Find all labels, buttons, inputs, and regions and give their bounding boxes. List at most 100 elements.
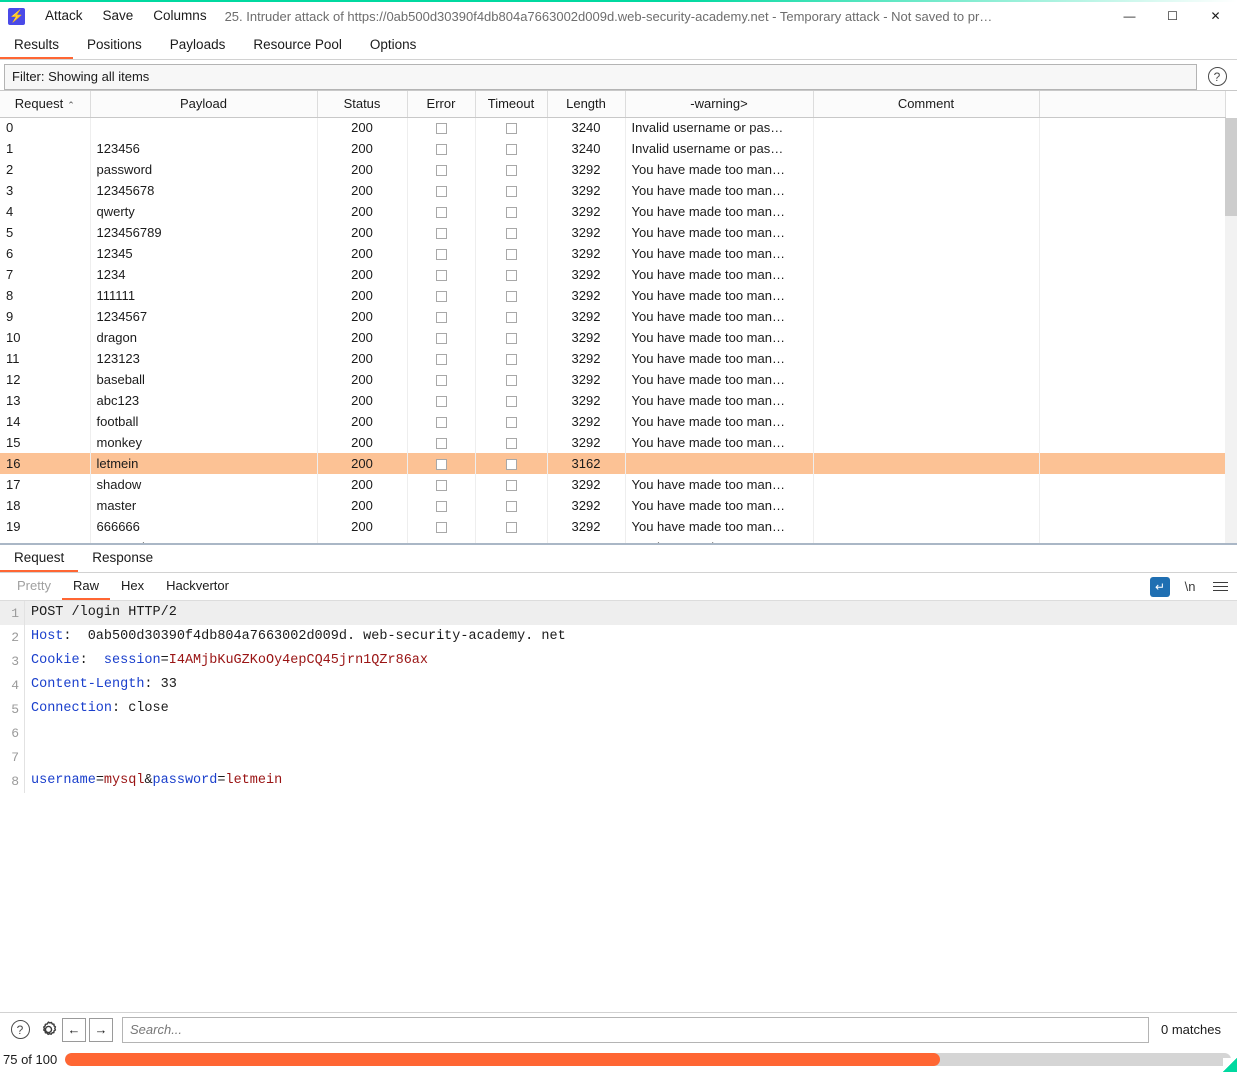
error-checkbox[interactable] xyxy=(435,144,447,156)
table-row[interactable]: 4 qwerty 200 3292 You have made too man… xyxy=(0,201,1226,222)
word-wrap-button[interactable]: ↵ xyxy=(1147,575,1173,599)
table-row[interactable]: 13 abc123 200 3292 You have made too man… xyxy=(0,390,1226,411)
table-row[interactable]: 19 666666 200 3292 You have made too man… xyxy=(0,516,1226,537)
minimize-icon[interactable]: — xyxy=(1108,0,1151,32)
filter-bar[interactable]: Filter: Showing all items xyxy=(4,63,1197,90)
line-text[interactable]: POST /login HTTP/2 xyxy=(24,601,1237,625)
table-row[interactable]: 15 monkey 200 3292 You have made too man… xyxy=(0,432,1226,453)
close-icon[interactable]: ✕ xyxy=(1194,0,1237,32)
error-checkbox[interactable] xyxy=(435,291,447,303)
table-row[interactable]: 11 123123 200 3292 You have made too man… xyxy=(0,348,1226,369)
error-checkbox[interactable] xyxy=(435,186,447,198)
table-row[interactable]: 8 111111 200 3292 You have made too man… xyxy=(0,285,1226,306)
search-next-button[interactable]: → xyxy=(89,1017,113,1042)
search-prev-button[interactable]: ← xyxy=(62,1017,86,1042)
line-text[interactable]: Content-Length: 33 xyxy=(24,673,1237,697)
column-header-request[interactable]: Request ⌃ xyxy=(0,91,91,118)
column-header-error[interactable]: Error xyxy=(407,91,476,118)
menu-attack[interactable]: Attack xyxy=(35,0,93,32)
timeout-checkbox[interactable] xyxy=(505,207,517,219)
timeout-checkbox[interactable] xyxy=(505,291,517,303)
error-checkbox[interactable] xyxy=(435,270,447,282)
tab-payloads[interactable]: Payloads xyxy=(156,32,240,59)
error-checkbox[interactable] xyxy=(435,207,447,219)
request-editor[interactable]: 1 POST /login HTTP/2 2 Host: 0ab500d30390f4… xyxy=(0,601,1237,1012)
newline-button[interactable]: \n xyxy=(1177,575,1203,599)
error-checkbox[interactable] xyxy=(435,501,447,513)
error-checkbox[interactable] xyxy=(435,354,447,366)
timeout-checkbox[interactable] xyxy=(505,459,517,471)
menu-columns[interactable]: Columns xyxy=(143,0,216,32)
error-checkbox[interactable] xyxy=(435,438,447,450)
tab-results[interactable]: Results xyxy=(0,32,74,59)
timeout-checkbox[interactable] xyxy=(505,438,517,450)
column-header-comment[interactable]: Comment xyxy=(813,91,1040,118)
column-header-warning[interactable]: -warning> xyxy=(625,91,814,118)
table-row[interactable]: 14 football 200 3292 You have made too man… xyxy=(0,411,1226,432)
timeout-checkbox[interactable] xyxy=(505,333,517,345)
table-row[interactable]: 9 1234567 200 3292 You have made too man… xyxy=(0,306,1226,327)
timeout-checkbox[interactable] xyxy=(505,501,517,513)
line-text[interactable] xyxy=(24,745,1237,769)
search-help-button[interactable]: ? xyxy=(6,1016,34,1044)
error-checkbox[interactable] xyxy=(435,249,447,261)
error-checkbox[interactable] xyxy=(435,333,447,345)
editor-tab-hackvertor[interactable]: Hackvertor xyxy=(155,573,240,600)
column-header-payload[interactable]: Payload xyxy=(90,91,318,118)
tab-options[interactable]: Options xyxy=(356,32,431,59)
search-input[interactable]: Search... xyxy=(122,1016,1150,1043)
results-scrollbar[interactable] xyxy=(1225,118,1237,545)
timeout-checkbox[interactable] xyxy=(505,228,517,240)
results-scrollbar-thumb[interactable] xyxy=(1225,118,1237,216)
editor-menu-button[interactable] xyxy=(1207,575,1233,599)
line-text[interactable]: username=mysql&password=letmein xyxy=(24,769,1237,793)
line-text[interactable]: Connection: close xyxy=(24,697,1237,721)
line-text[interactable]: Host: 0ab500d30390f4db804a7663002d009d. … xyxy=(24,625,1237,649)
error-checkbox[interactable] xyxy=(435,480,447,492)
column-header-status[interactable]: Status xyxy=(317,91,408,118)
editor-tab-raw[interactable]: Raw xyxy=(61,573,110,600)
timeout-checkbox[interactable] xyxy=(505,312,517,324)
error-checkbox[interactable] xyxy=(435,396,447,408)
table-row[interactable]: 3 12345678 200 3292 You have made too man… xyxy=(0,180,1226,201)
error-checkbox[interactable] xyxy=(435,459,447,471)
error-checkbox[interactable] xyxy=(435,522,447,534)
table-row[interactable]: 12 baseball 200 3292 You have made too man… xyxy=(0,369,1226,390)
panel-splitter[interactable] xyxy=(0,543,1237,545)
timeout-checkbox[interactable] xyxy=(505,396,517,408)
editor-tab-pretty[interactable]: Pretty xyxy=(6,573,62,600)
table-row[interactable]: 18 master 200 3292 You have made too man… xyxy=(0,495,1226,516)
timeout-checkbox[interactable] xyxy=(505,417,517,429)
error-checkbox[interactable] xyxy=(435,165,447,177)
timeout-checkbox[interactable] xyxy=(505,165,517,177)
table-row[interactable]: 2 password 200 3292 You have made too man… xyxy=(0,159,1226,180)
table-row[interactable]: 6 12345 200 3292 You have made too man… xyxy=(0,243,1226,264)
tab-positions[interactable]: Positions xyxy=(73,32,156,59)
error-checkbox[interactable] xyxy=(435,375,447,387)
tab-response[interactable]: Response xyxy=(78,545,167,572)
line-text[interactable] xyxy=(24,721,1237,745)
timeout-checkbox[interactable] xyxy=(505,249,517,261)
table-row[interactable]: 16 letmein 200 3162 xyxy=(0,453,1226,474)
error-checkbox[interactable] xyxy=(435,312,447,324)
table-row[interactable]: 10 dragon 200 3292 You have made too man… xyxy=(0,327,1226,348)
search-settings-button[interactable] xyxy=(34,1016,62,1044)
timeout-checkbox[interactable] xyxy=(505,123,517,135)
tab-request[interactable]: Request xyxy=(0,545,79,572)
table-row[interactable]: 1 123456 200 3240 Invalid username or pas… xyxy=(0,138,1226,159)
line-text[interactable]: Cookie: session=I4AMjbKuGZKoOy4epCQ45jrn… xyxy=(24,649,1237,673)
filter-help-button[interactable]: ? xyxy=(1203,64,1231,90)
error-checkbox[interactable] xyxy=(435,123,447,135)
column-header-length[interactable]: Length xyxy=(547,91,626,118)
error-checkbox[interactable] xyxy=(435,417,447,429)
table-row[interactable]: 5 123456789 200 3292 You have made too man… xyxy=(0,222,1226,243)
table-row[interactable]: 17 shadow 200 3292 You have made too man… xyxy=(0,474,1226,495)
maximize-icon[interactable]: ☐ xyxy=(1151,0,1194,32)
timeout-checkbox[interactable] xyxy=(505,354,517,366)
resize-corner[interactable] xyxy=(1223,1058,1237,1072)
menu-save[interactable]: Save xyxy=(93,0,144,32)
editor-tab-hex[interactable]: Hex xyxy=(110,573,155,600)
column-header-timeout[interactable]: Timeout xyxy=(475,91,548,118)
tab-resource-pool[interactable]: Resource Pool xyxy=(239,32,356,59)
timeout-checkbox[interactable] xyxy=(505,144,517,156)
